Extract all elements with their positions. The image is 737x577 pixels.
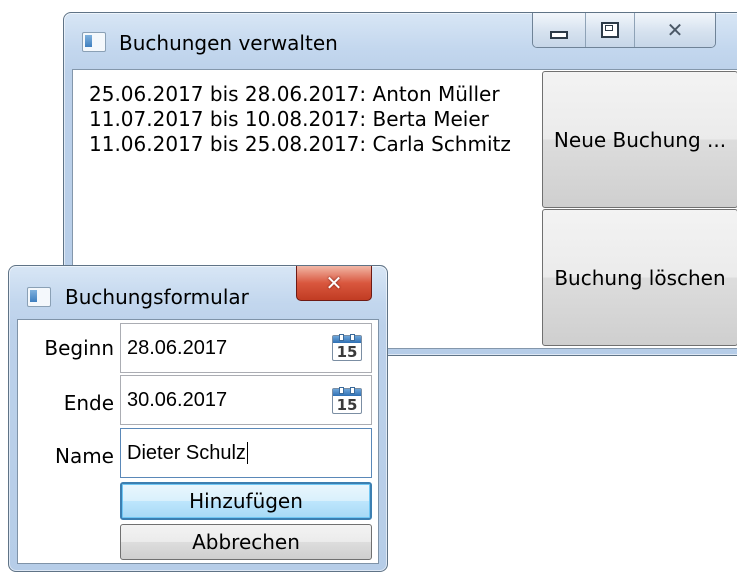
close-button[interactable]: ✕ [635, 13, 715, 47]
text-caret [246, 442, 248, 464]
add-button[interactable]: Hinzufügen [120, 482, 372, 520]
cancel-button[interactable]: Abbrechen [120, 524, 372, 560]
dialog-client-area: Beginn 28.06.2017 15 Ende 30.06.2017 15 … [17, 319, 379, 564]
list-item[interactable]: 11.06.2017 bis 25.08.2017: Carla Schmitz [89, 132, 511, 156]
new-booking-button[interactable]: Neue Buchung ... [542, 71, 737, 208]
minimize-icon [550, 31, 568, 39]
end-label: Ende [63, 391, 114, 415]
window-icon [27, 287, 51, 307]
calendar-icon[interactable]: 15 [332, 334, 362, 361]
close-icon: ✕ [666, 18, 684, 42]
delete-booking-button[interactable]: Buchung löschen [542, 209, 737, 346]
list-item[interactable]: 25.06.2017 bis 28.06.2017: Anton Müller [89, 82, 500, 106]
name-field[interactable]: Dieter Schulz [120, 428, 372, 478]
main-window-title: Buchungen verwalten [119, 31, 338, 55]
begin-label: Beginn [44, 336, 114, 360]
close-icon: ✕ [325, 271, 343, 295]
calendar-icon[interactable]: 15 [332, 387, 362, 414]
name-value: Dieter Schulz [127, 441, 246, 464]
minimize-button[interactable] [533, 13, 586, 47]
booking-dialog: Buchungsformular ✕ Beginn 28.06.2017 15 … [8, 265, 388, 572]
caption-buttons: ✕ [532, 13, 716, 48]
calendar-day: 15 [336, 396, 358, 414]
calendar-day: 15 [336, 343, 358, 361]
name-label: Name [54, 444, 114, 468]
begin-date-value: 28.06.2017 [127, 336, 228, 359]
end-date-value: 30.06.2017 [127, 388, 228, 411]
maximize-icon [601, 22, 619, 38]
maximize-button[interactable] [586, 13, 635, 47]
list-item[interactable]: 11.07.2017 bis 10.08.2017: Berta Meier [89, 107, 489, 131]
dialog-title: Buchungsformular [65, 285, 249, 309]
dialog-close-button[interactable]: ✕ [296, 266, 372, 301]
window-icon [82, 32, 106, 52]
